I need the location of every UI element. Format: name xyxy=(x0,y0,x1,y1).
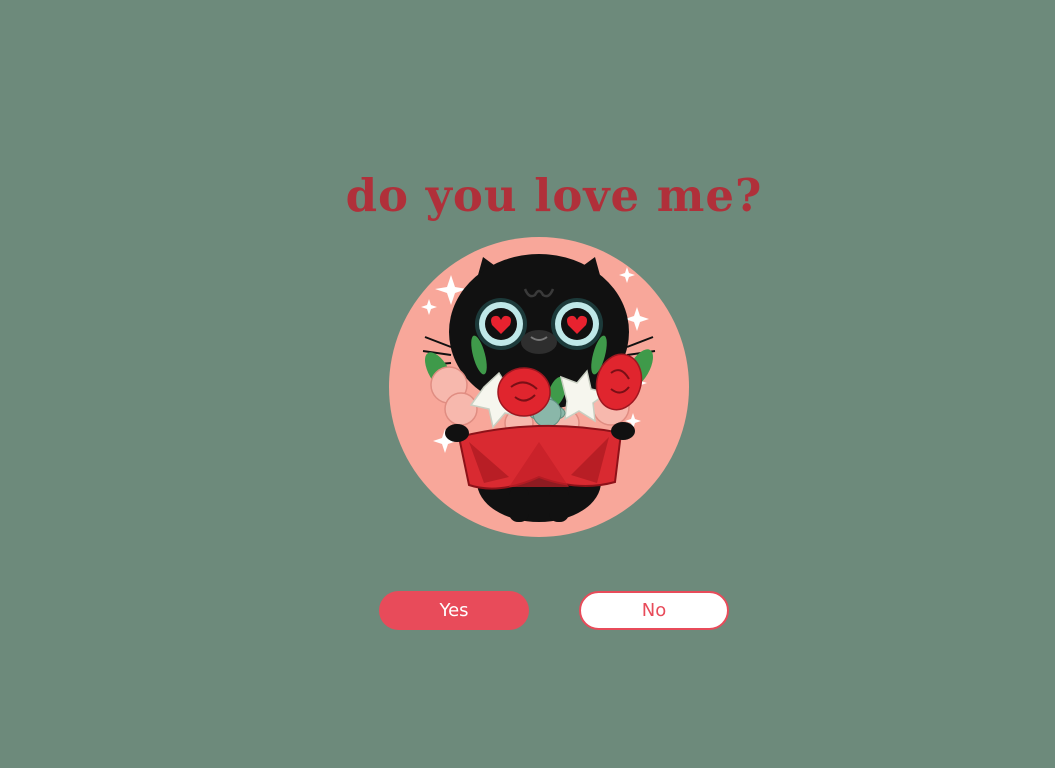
question-title: do you love me? xyxy=(345,169,763,222)
cat-bouquet-illustration xyxy=(389,237,689,537)
no-button[interactable]: No xyxy=(579,591,729,630)
yes-button[interactable]: Yes xyxy=(379,591,529,630)
